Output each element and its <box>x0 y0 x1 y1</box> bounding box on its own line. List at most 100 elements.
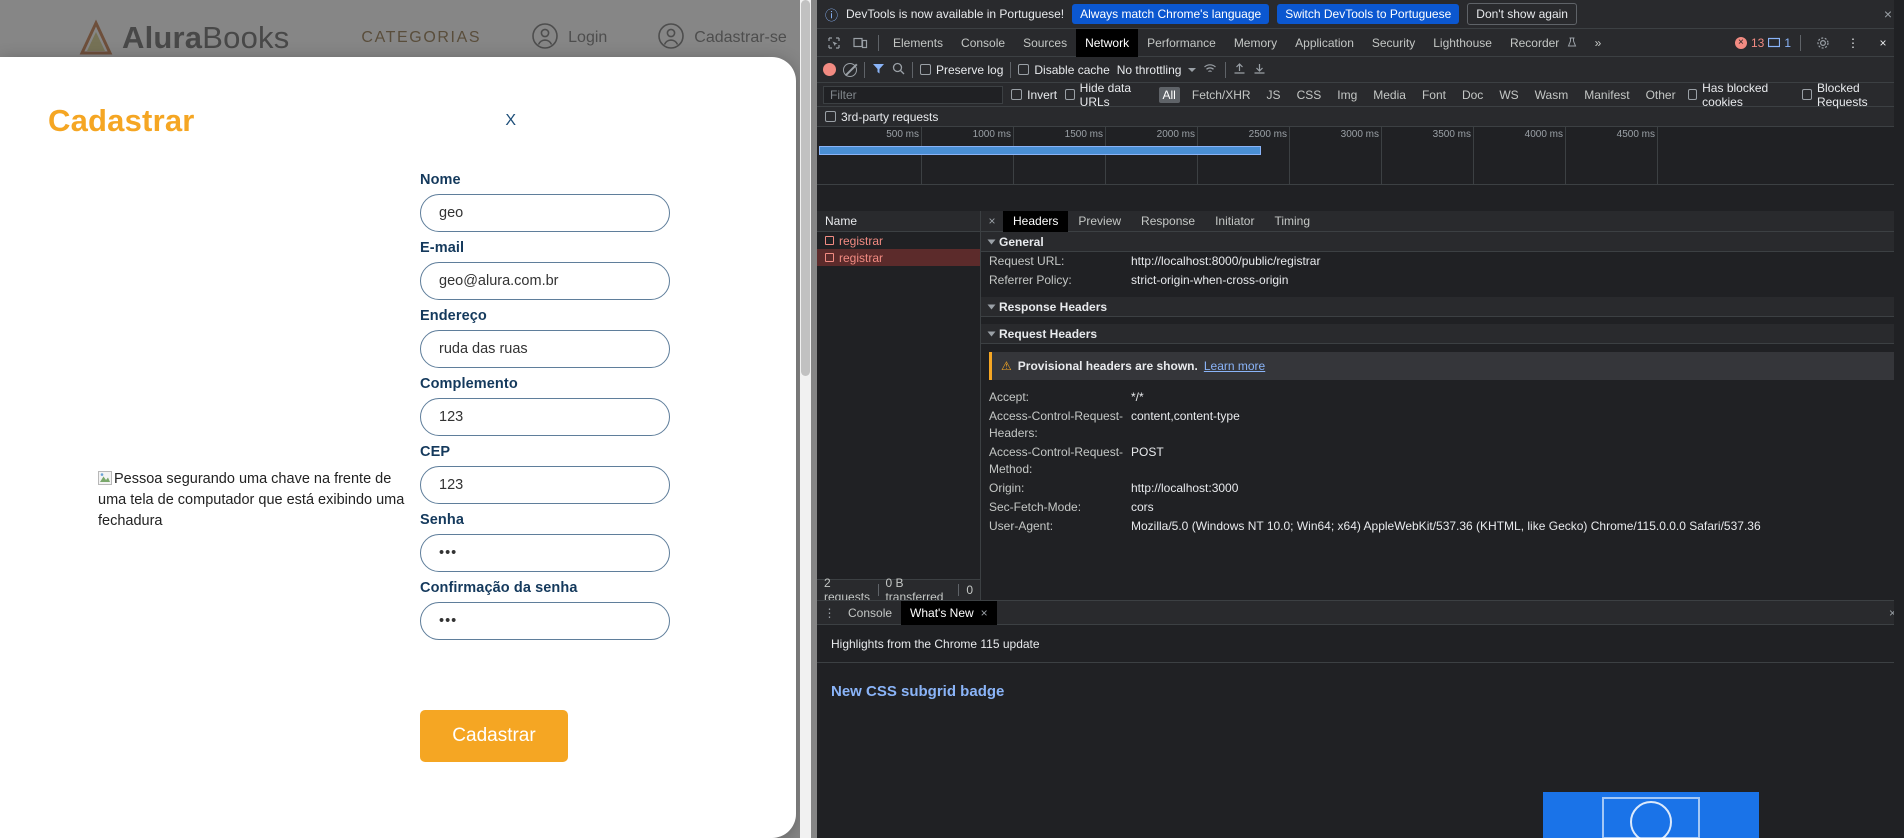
record-icon[interactable] <box>823 63 836 76</box>
devtools-tabbar: Elements Console Sources Network Perform… <box>817 28 1904 57</box>
cadastrar-submit-button[interactable]: Cadastrar <box>420 710 568 762</box>
provisional-learn-more-link[interactable]: Learn more <box>1204 359 1265 373</box>
disable-cache-box <box>1018 64 1030 75</box>
has-blocked-cookies-checkbox[interactable]: Has blocked cookies <box>1687 81 1795 109</box>
tab-overflow-button[interactable]: » <box>1586 29 1611 57</box>
filter-type-wasm[interactable]: Wasm <box>1531 87 1573 103</box>
table-row[interactable]: registrar <box>817 232 980 249</box>
field-email-input[interactable] <box>420 262 670 300</box>
devtools-right-edge <box>1894 0 1904 838</box>
search-icon[interactable] <box>892 62 905 78</box>
network-conditions-icon[interactable] <box>1203 62 1218 78</box>
invert-checkbox[interactable]: Invert <box>1011 88 1057 102</box>
drawer-tab-console[interactable]: Console <box>839 601 901 625</box>
preserve-log-checkbox[interactable]: Preserve log <box>920 63 1003 77</box>
clear-icon[interactable] <box>843 62 857 77</box>
page-scrollbar-thumb[interactable] <box>801 0 810 376</box>
network-overview-timeline[interactable]: 500 ms 1000 ms 1500 ms 2000 ms 2500 ms 3… <box>817 127 1904 185</box>
field-senha-input[interactable] <box>420 534 670 572</box>
device-toolbar-icon[interactable] <box>847 30 873 56</box>
section-response-headers[interactable]: Response Headers <box>981 297 1904 317</box>
field-cep-label: CEP <box>420 444 451 460</box>
close-detail-icon[interactable]: × <box>981 214 1003 228</box>
import-har-icon[interactable] <box>1233 62 1246 78</box>
page-scrollbar[interactable] <box>800 0 811 838</box>
filter-type-all[interactable]: All <box>1158 86 1180 103</box>
detail-tab-preview[interactable]: Preview <box>1068 211 1131 232</box>
detail-tab-timing[interactable]: Timing <box>1264 211 1320 232</box>
tab-security[interactable]: Security <box>1363 29 1424 57</box>
filter-type-other[interactable]: Other <box>1642 87 1680 103</box>
filter-input[interactable] <box>823 85 1004 104</box>
field-complemento-input[interactable] <box>420 398 670 436</box>
filter-type-fetch-xhr[interactable]: Fetch/XHR <box>1188 87 1255 103</box>
preserve-log-box <box>920 64 931 75</box>
field-confirmacao-senha-input[interactable] <box>420 602 670 640</box>
overview-selection-bar[interactable] <box>819 146 1261 155</box>
tab-application[interactable]: Application <box>1286 29 1363 57</box>
detail-tab-headers[interactable]: Headers <box>1003 211 1069 232</box>
field-endereco-input[interactable] <box>420 330 670 368</box>
filter-type-ws[interactable]: WS <box>1495 87 1522 103</box>
filter-type-doc[interactable]: Doc <box>1458 87 1487 103</box>
filter-type-js[interactable]: JS <box>1263 87 1285 103</box>
whatsnew-subtitle: Highlights from the Chrome 115 update <box>817 625 1904 663</box>
close-devtools-icon[interactable]: × <box>1870 30 1896 56</box>
invert-box <box>1011 89 1023 100</box>
filter-type-manifest[interactable]: Manifest <box>1580 87 1633 103</box>
request-row-checkbox[interactable] <box>825 236 834 245</box>
request-row-checkbox[interactable] <box>825 253 834 262</box>
banner-dont-show-again-button[interactable]: Don't show again <box>1467 3 1577 25</box>
table-row[interactable]: registrar <box>817 249 980 266</box>
hide-data-urls-checkbox[interactable]: Hide data URLs <box>1065 81 1150 109</box>
tab-recorder-label: Recorder <box>1509 35 1560 50</box>
filter-icon[interactable] <box>872 62 885 78</box>
tab-recorder[interactable]: Recorder <box>1501 29 1586 57</box>
message-count-badge[interactable]: 1 <box>1768 36 1791 50</box>
modal-close-button[interactable]: X <box>505 112 516 130</box>
header-sec-fetch-mode-value: cors <box>1131 500 1154 514</box>
section-request-headers[interactable]: Request Headers <box>981 324 1904 344</box>
tab-elements[interactable]: Elements <box>884 29 952 57</box>
filter-type-font[interactable]: Font <box>1418 87 1450 103</box>
blocked-requests-checkbox[interactable]: Blocked Requests <box>1802 81 1898 109</box>
section-general[interactable]: General <box>981 232 1904 252</box>
header-acrm-value: POST <box>1131 445 1164 459</box>
blocked-requests-box <box>1802 89 1812 100</box>
field-senha-label: Senha <box>420 512 465 528</box>
tab-console[interactable]: Console <box>952 29 1014 57</box>
tab-memory[interactable]: Memory <box>1225 29 1286 57</box>
tab-network[interactable]: Network <box>1076 28 1139 57</box>
filter-type-img[interactable]: Img <box>1333 87 1361 103</box>
section-response-headers-label: Response Headers <box>999 299 1108 314</box>
whatsnew-article-title[interactable]: New CSS subgrid badge <box>817 663 1904 700</box>
drawer-more-options-icon[interactable]: ⋮ <box>821 606 839 620</box>
detail-tab-initiator[interactable]: Initiator <box>1205 211 1264 232</box>
third-party-checkbox[interactable]: 3rd-party requests <box>825 110 938 124</box>
drawer-tab-whatsnew[interactable]: What's New × <box>901 600 997 625</box>
field-complemento-label: Complemento <box>420 376 518 392</box>
banner-always-match-button[interactable]: Always match Chrome's language <box>1072 4 1270 24</box>
disable-cache-checkbox[interactable]: Disable cache <box>1018 63 1110 77</box>
filter-type-media[interactable]: Media <box>1369 87 1410 103</box>
chevron-down-icon[interactable] <box>1188 67 1197 72</box>
error-count-badge[interactable]: × 13 <box>1734 36 1764 50</box>
gear-icon[interactable] <box>1810 30 1836 56</box>
tab-lighthouse[interactable]: Lighthouse <box>1424 29 1501 57</box>
tab-performance[interactable]: Performance <box>1138 29 1225 57</box>
provisional-warning-text: Provisional headers are shown. <box>1017 359 1198 373</box>
export-har-icon[interactable] <box>1253 62 1266 78</box>
inspect-element-icon[interactable] <box>821 30 847 56</box>
toolbar-divider-3 <box>1010 61 1012 78</box>
whatsnew-thumbnail[interactable] <box>1543 792 1759 838</box>
throttling-select[interactable]: No throttling <box>1117 63 1182 77</box>
section-general-label: General <box>999 234 1044 249</box>
tab-sources[interactable]: Sources <box>1014 29 1076 57</box>
filter-type-css[interactable]: CSS <box>1293 87 1326 103</box>
drawer-tab-close-icon[interactable]: × <box>981 601 988 625</box>
field-nome-input[interactable] <box>420 194 670 232</box>
banner-switch-language-button[interactable]: Switch DevTools to Portuguese <box>1277 4 1460 24</box>
detail-tab-response[interactable]: Response <box>1131 211 1205 232</box>
more-options-icon[interactable]: ⋮ <box>1840 30 1866 56</box>
field-cep-input[interactable] <box>420 466 670 504</box>
